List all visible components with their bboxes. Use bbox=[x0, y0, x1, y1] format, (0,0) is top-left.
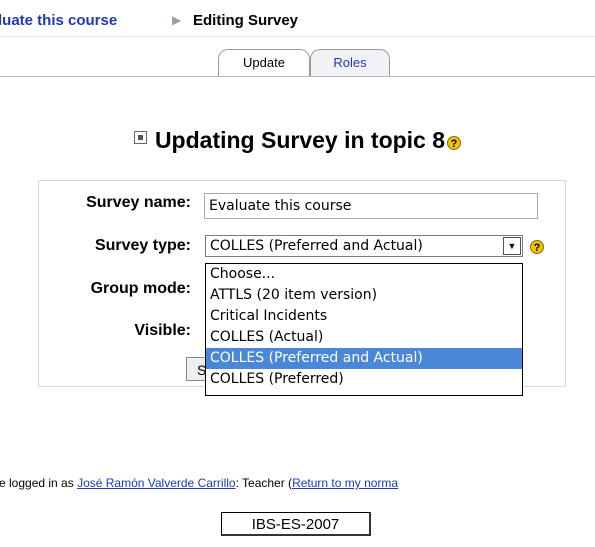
breadcrumb-separator-icon: ▶ bbox=[172, 13, 182, 27]
dropdown-arrow-icon[interactable]: ▼ bbox=[503, 237, 521, 255]
page-heading: Updating Survey in topic 8? bbox=[0, 127, 595, 154]
survey-type-option[interactable]: Choose... bbox=[206, 264, 522, 285]
help-icon[interactable]: ? bbox=[447, 135, 462, 150]
header-divider bbox=[0, 36, 595, 37]
tab-update[interactable]: Update bbox=[218, 49, 310, 76]
page-title: Updating Survey in topic 8 bbox=[154, 127, 446, 153]
survey-type-option-selected[interactable]: COLLES (Preferred and Actual) bbox=[206, 348, 522, 369]
user-profile-link[interactable]: José Ramón Valverde Carrillo bbox=[77, 476, 236, 490]
survey-type-option[interactable]: ATTLS (20 item version) bbox=[206, 285, 522, 306]
tab-roles[interactable]: Roles bbox=[310, 49, 390, 76]
survey-type-dropdown-list[interactable]: Choose... ATTLS (20 item version) Critic… bbox=[205, 263, 523, 396]
survey-type-option[interactable]: COLLES (Preferred) bbox=[206, 369, 522, 390]
login-info: e logged in as José Ramón Valverde Carri… bbox=[0, 476, 595, 490]
survey-type-help-icon[interactable]: ? bbox=[530, 240, 544, 254]
survey-type-label: Survey type: bbox=[94, 237, 191, 254]
visible-label: Visible: bbox=[134, 322, 191, 339]
survey-type-selected-value: COLLES (Preferred and Actual) bbox=[210, 238, 423, 254]
survey-type-option[interactable]: COLLES (Actual) bbox=[206, 327, 522, 348]
return-to-normal-role-link[interactable]: Return to my norma bbox=[292, 476, 398, 490]
breadcrumb-course-link[interactable]: luate this course bbox=[0, 12, 117, 29]
breadcrumb-current: Editing Survey bbox=[193, 12, 299, 29]
breadcrumb: luate this course ▶ Editing Survey bbox=[0, 10, 595, 34]
login-prefix: e logged in as bbox=[0, 476, 78, 490]
survey-type-select[interactable]: COLLES (Preferred and Actual) ▼ bbox=[205, 235, 523, 257]
survey-type-option[interactable]: Critical Incidents bbox=[206, 306, 522, 327]
login-role: : Teacher ( bbox=[235, 476, 293, 490]
group-mode-label: Group mode: bbox=[90, 280, 191, 297]
tabs-baseline bbox=[0, 76, 595, 77]
site-home-button[interactable]: IBS-ES-2007 bbox=[221, 512, 371, 536]
survey-module-icon bbox=[133, 131, 147, 144]
survey-name-label: Survey name: bbox=[86, 194, 191, 211]
survey-name-input[interactable] bbox=[204, 193, 538, 219]
